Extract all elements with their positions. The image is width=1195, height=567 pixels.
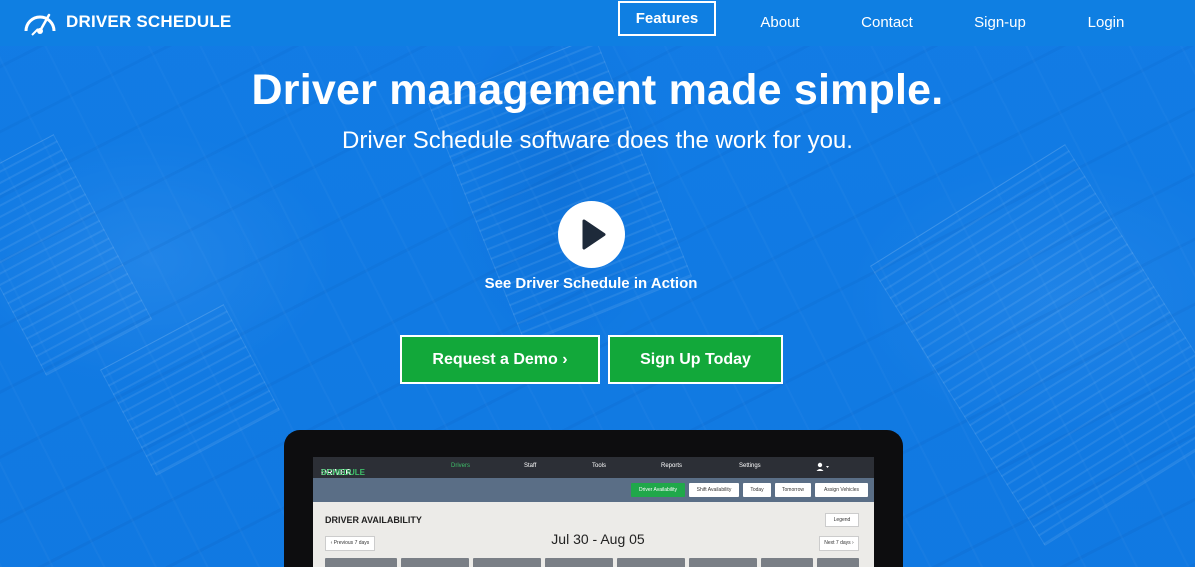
nav-login[interactable]: Login — [1078, 10, 1134, 36]
speedometer-icon — [24, 13, 56, 36]
next-week-button: Next 7 days › — [819, 536, 859, 551]
brand-logo[interactable]: DRIVER SCHEDULE — [22, 7, 231, 37]
legend-button: Legend — [825, 513, 859, 527]
toolbar-tomorrow: Tomorrow — [775, 483, 811, 497]
toolbar-assign-vehicles: Assign Vehicles — [815, 483, 868, 497]
play-icon — [582, 219, 606, 250]
day-column-header — [325, 558, 397, 567]
hero-headline: Driver management made simple. — [251, 66, 944, 114]
app-nav-tools: Tools — [592, 463, 607, 469]
user-icon — [816, 462, 829, 471]
app-nav-settings: Settings — [739, 463, 761, 469]
nav-features[interactable]: Features — [618, 1, 716, 36]
app-toolbar: Driver Availability Shift Availability T… — [313, 478, 874, 502]
app-nav-drivers: Drivers — [451, 463, 470, 469]
day-column-header — [817, 558, 859, 567]
previous-week-button: ‹ Previous 7 days — [325, 536, 375, 551]
play-video-button[interactable] — [558, 201, 625, 268]
day-column-header — [689, 558, 757, 567]
toolbar-driver-availability: Driver Availability — [631, 483, 685, 497]
sign-up-today-button[interactable]: Sign Up Today — [608, 335, 783, 384]
app-nav-staff: Staff — [524, 463, 537, 469]
day-column-header — [761, 558, 813, 567]
toolbar-today: Today — [743, 483, 771, 497]
nav-signup[interactable]: Sign-up — [965, 10, 1035, 36]
app-logo-part2: SCHEDULE — [321, 468, 366, 477]
video-caption[interactable]: See Driver Schedule in Action — [0, 275, 1182, 292]
hero-subhead: Driver Schedule software does the work f… — [342, 127, 853, 154]
app-nav-reports: Reports — [661, 463, 683, 469]
day-column-header — [617, 558, 685, 567]
app-navbar: DRIVER SCHEDULE Drivers Staff Tools Repo… — [313, 457, 874, 478]
day-column-header — [473, 558, 541, 567]
date-range: Jul 30 - Aug 05 — [551, 531, 645, 547]
toolbar-shift-availability: Shift Availability — [689, 483, 739, 497]
app-screenshot: DRIVER SCHEDULE Drivers Staff Tools Repo… — [313, 457, 874, 567]
nav-about[interactable]: About — [750, 10, 810, 36]
day-column-header — [401, 558, 469, 567]
request-demo-button[interactable]: Request a Demo › — [400, 335, 600, 384]
top-navbar: DRIVER SCHEDULE Features About Contact S… — [0, 0, 1195, 46]
section-title: DRIVER AVAILABILITY — [325, 515, 422, 525]
brand-name: DRIVER SCHEDULE — [66, 12, 232, 31]
day-column-header — [545, 558, 613, 567]
nav-contact[interactable]: Contact — [852, 10, 922, 36]
